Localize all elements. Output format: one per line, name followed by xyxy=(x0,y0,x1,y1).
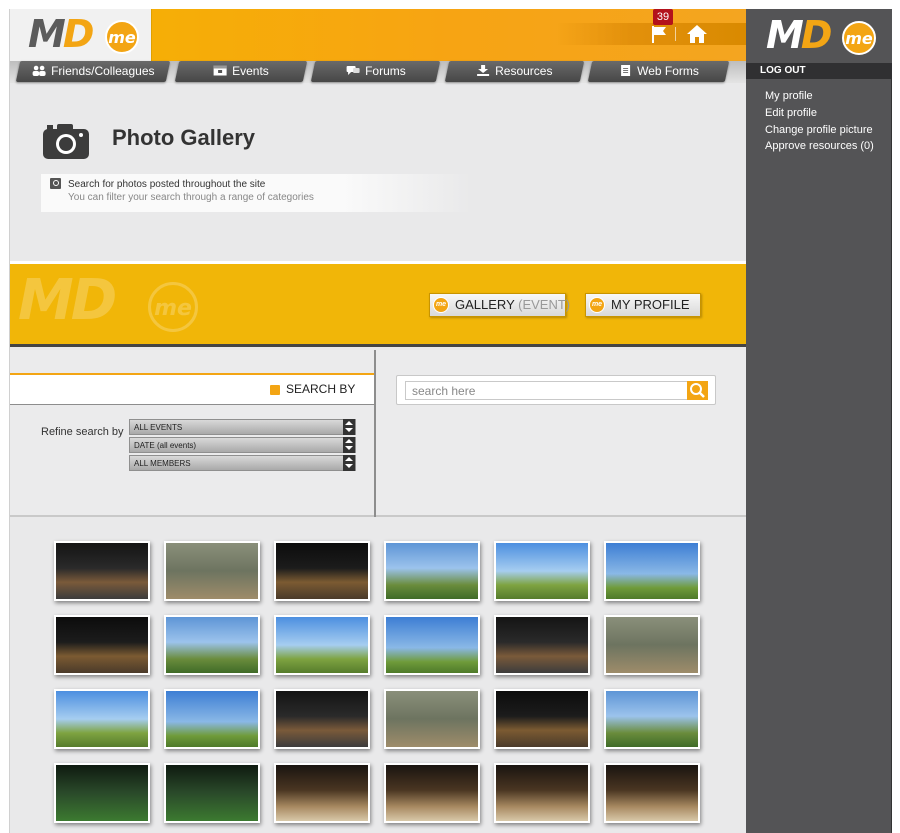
gallery-thumbnail[interactable] xyxy=(274,615,370,675)
gallery-thumbnail[interactable] xyxy=(274,763,370,823)
sidebar-link-edit-profile[interactable]: Edit profile xyxy=(765,107,817,119)
gallery-thumbnail[interactable] xyxy=(494,541,590,601)
gallery-sub-label: (EVENT) xyxy=(518,297,571,312)
gallery-thumbnail[interactable] xyxy=(54,615,150,675)
notifications-flag-icon[interactable] xyxy=(648,23,670,45)
me-icon: me xyxy=(589,297,605,313)
logout-link[interactable]: LOG OUT xyxy=(760,65,806,76)
logout-bar: LOG OUT xyxy=(746,63,892,79)
search-by-bar: SEARCH BY xyxy=(10,373,374,405)
sidebar-logo[interactable]: MD me xyxy=(746,9,892,63)
gallery-thumbnail[interactable] xyxy=(494,615,590,675)
select-arrows-icon xyxy=(343,455,355,471)
gallery-thumbnail[interactable] xyxy=(164,541,260,601)
right-sidebar: MD me LOG OUT My profile Edit profile Ch… xyxy=(746,9,892,833)
my-profile-label: MY PROFILE xyxy=(611,297,690,312)
gallery-thumbnail[interactable] xyxy=(164,763,260,823)
gallery-thumbnail[interactable] xyxy=(604,541,700,601)
gallery-thumbnail[interactable] xyxy=(384,689,480,749)
search-input[interactable] xyxy=(405,381,689,400)
people-icon xyxy=(32,65,46,76)
search-icon xyxy=(50,178,61,189)
logo-wordmark: MD xyxy=(28,12,94,56)
select-arrows-icon xyxy=(343,419,355,435)
search-by-label: SEARCH BY xyxy=(286,382,356,396)
hint-title: Search for photos posted throughout the … xyxy=(68,179,266,190)
gallery-thumbnail[interactable] xyxy=(494,689,590,749)
tab-events[interactable]: Events xyxy=(174,61,308,82)
site-logo[interactable]: MD me xyxy=(10,9,152,61)
refine-label: Refine search by xyxy=(41,426,124,438)
home-icon[interactable] xyxy=(685,23,709,45)
gallery-thumbnail[interactable] xyxy=(384,763,480,823)
notification-count-badge: 39 xyxy=(653,9,673,25)
gallery-thumbnail[interactable] xyxy=(164,689,260,749)
download-icon xyxy=(477,65,490,76)
gallery-thumbnail[interactable] xyxy=(164,615,260,675)
page-title: Photo Gallery xyxy=(112,125,256,150)
gallery-event-button[interactable]: me GALLERY (EVENT) xyxy=(429,293,570,317)
members-select[interactable]: ALL MEMBERS xyxy=(129,455,356,471)
chat-icon xyxy=(346,66,360,75)
search-hint-box: Search for photos posted throughout the … xyxy=(41,174,471,212)
search-section: SEARCH BY Refine search by ALL EVENTS DA… xyxy=(10,350,746,517)
main-nav: Friends/Colleagues Events Forums Resourc… xyxy=(10,61,746,83)
logo-me-badge: me xyxy=(105,20,139,54)
gallery-thumbnail[interactable] xyxy=(274,541,370,601)
magnifier-icon xyxy=(690,383,705,398)
gallery-thumbnail[interactable] xyxy=(604,763,700,823)
search-by-icon xyxy=(270,385,280,395)
document-icon xyxy=(621,65,631,76)
gallery-thumbnail[interactable] xyxy=(54,763,150,823)
tab-forums[interactable]: Forums xyxy=(310,61,441,82)
calendar-icon xyxy=(213,65,227,76)
sidebar-link-approve-resources[interactable]: Approve resources (0) xyxy=(765,140,874,152)
gallery-thumbnail[interactable] xyxy=(384,541,480,601)
gallery-thumbnail[interactable] xyxy=(384,615,480,675)
me-icon: me xyxy=(433,297,449,313)
gallery-thumbnail[interactable] xyxy=(54,541,150,601)
tab-friends-colleagues[interactable]: Friends/Colleagues xyxy=(15,61,171,82)
gallery-thumbnail[interactable] xyxy=(274,689,370,749)
gallery-thumbnail[interactable] xyxy=(604,689,700,749)
sidebar-link-my-profile[interactable]: My profile xyxy=(765,90,813,102)
gallery-thumbnail[interactable] xyxy=(604,615,700,675)
select-arrows-icon xyxy=(343,437,355,453)
my-profile-button[interactable]: me MY PROFILE xyxy=(585,293,701,317)
main-panel: MD me 39 Friends/Colleagues Events Forum xyxy=(9,9,746,833)
events-select[interactable]: ALL EVENTS xyxy=(129,419,356,435)
tab-resources[interactable]: Resources xyxy=(444,61,585,82)
gallery-band: MD me me GALLERY (EVENT) me MY PROFILE xyxy=(10,261,746,347)
search-button[interactable] xyxy=(687,381,708,400)
sidebar-link-change-picture[interactable]: Change profile picture xyxy=(765,124,873,136)
header-separator xyxy=(675,27,676,41)
gallery-label: GALLERY xyxy=(455,297,515,312)
search-divider xyxy=(374,350,376,517)
gallery-thumbnail[interactable] xyxy=(54,689,150,749)
search-box xyxy=(396,375,716,405)
hint-subtitle: You can filter your search through a ran… xyxy=(68,192,314,203)
camera-icon xyxy=(41,121,91,161)
date-select[interactable]: DATE (all events) xyxy=(129,437,356,453)
tab-web-forms[interactable]: Web Forms xyxy=(587,61,730,82)
gallery-thumbnail[interactable] xyxy=(494,763,590,823)
